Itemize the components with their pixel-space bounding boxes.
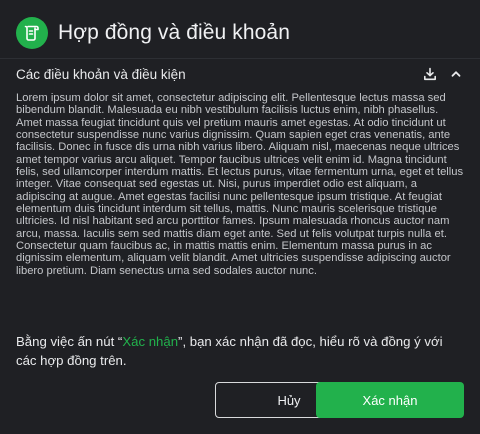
dialog-title: Hợp đồng và điều khoản [58, 21, 290, 44]
download-icon[interactable] [422, 66, 438, 82]
chevron-up-icon[interactable] [448, 66, 464, 82]
dialog-header: Hợp đồng và điều khoản [16, 16, 290, 50]
terms-body: Lorem ipsum dolor sit amet, consectetur … [16, 92, 464, 277]
terms-dialog: Hợp đồng và điều khoản Các điều khoản và… [0, 0, 480, 434]
agreement-highlight: Xác nhận [122, 334, 179, 349]
header-divider [0, 58, 480, 59]
terms-section-title: Các điều khoản và điều kiện [16, 66, 186, 82]
terms-section-header: Các điều khoản và điều kiện [16, 64, 464, 84]
confirm-button[interactable]: Xác nhận [316, 382, 464, 418]
terms-section-actions [422, 66, 464, 82]
agreement-text: Bằng việc ấn nút “Xác nhận”, bạn xác nhậ… [16, 332, 464, 370]
document-scroll-icon [16, 17, 48, 49]
agreement-prefix: Bằng việc ấn nút “ [16, 334, 123, 349]
